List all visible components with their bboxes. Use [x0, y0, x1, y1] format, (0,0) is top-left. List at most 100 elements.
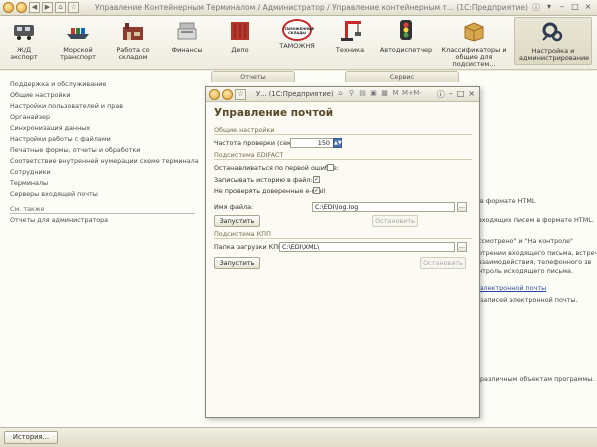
section-label: Автодиспетчер: [379, 46, 433, 54]
box-icon: [464, 22, 484, 42]
home-icon[interactable]: ⌂: [336, 89, 345, 97]
print-icon[interactable]: ▤: [358, 89, 367, 97]
nav-back-icon[interactable]: ◀: [29, 2, 40, 13]
group-general-settings: Общие настройки: [214, 126, 472, 135]
warehouse-icon: [123, 23, 143, 40]
section-label: Ж/Д экспорт: [10, 46, 38, 61]
app-menu-icon[interactable]: [3, 2, 14, 13]
dialog-titlebar-controls: ☆: [209, 89, 246, 100]
nav-item-employees[interactable]: Сотрудники: [10, 168, 51, 176]
status-bar: История...: [0, 427, 597, 447]
stop-button[interactable]: Остановить: [372, 215, 418, 227]
link-icon[interactable]: ⚲: [347, 89, 356, 97]
see-also-header: См. также: [10, 205, 195, 214]
info-icon[interactable]: ⓘ: [437, 89, 445, 100]
section-customs[interactable]: ТАМОЖЕННЫЕ СКЛАДЫ ТАМОЖНЯ: [272, 19, 322, 50]
window-titlebar: ◀ ▶ ⌂ ☆ Управление Контейнерным Терминал…: [0, 0, 597, 16]
window-title: Управление Контейнерным Терминалом / Адм…: [95, 3, 528, 12]
save-icon[interactable]: ▣: [369, 89, 378, 97]
bg-text: взаимодействия, телефонного зв: [478, 258, 592, 266]
section-label: Финансы: [171, 46, 203, 54]
no-trusted-email-checkbox[interactable]: ✓: [313, 187, 320, 194]
finance-icon: [177, 22, 197, 40]
write-history-label: Записывать историю в файл:: [214, 176, 313, 184]
customs-icon: ТАМОЖЕННЫЕ СКЛАДЫ: [282, 19, 314, 41]
kpp-start-button[interactable]: Запустить: [214, 257, 260, 269]
container-icon: [231, 22, 249, 40]
titlebar-controls: ◀ ▶ ⌂ ☆: [3, 2, 79, 13]
section-label: ТАМОЖНЯ: [279, 42, 315, 50]
home-icon[interactable]: ⌂: [55, 2, 66, 13]
nav-item-print-forms[interactable]: Печатные формы, отчеты и обработки: [10, 146, 140, 154]
nav-forward-icon[interactable]: ▶: [42, 2, 53, 13]
bg-text: записей электронной почты.: [480, 296, 578, 304]
minimize-icon[interactable]: –: [449, 89, 453, 100]
memory-plus-button[interactable]: M+: [402, 89, 414, 97]
dialog-back-icon[interactable]: [222, 89, 233, 100]
maximize-icon[interactable]: □: [457, 89, 465, 100]
dialog-star-icon[interactable]: ☆: [235, 89, 246, 100]
nav-item-admin-reports[interactable]: Отчеты для администратора: [10, 216, 108, 224]
nav-item-organizer[interactable]: Органайзер: [10, 113, 50, 121]
section-label: Настройка и администрирование: [519, 47, 590, 62]
bg-text: нтроль исходящего письма.: [478, 267, 574, 275]
section-warehouse[interactable]: Работа со складом: [110, 19, 156, 61]
section-rail-export[interactable]: Ж/Д экспорт: [2, 19, 46, 61]
close-icon[interactable]: ×: [468, 89, 475, 100]
nav-item-numbering[interactable]: Соответствие внутренней нумерации схеме …: [10, 157, 199, 165]
section-sea-transport[interactable]: Морской транспорт: [55, 19, 101, 61]
bg-text: отрении входящего письма, встреч: [478, 249, 597, 257]
section-label: Работа со складом: [116, 46, 150, 61]
nav-item-user-settings[interactable]: Настройки пользователей и прав: [10, 102, 123, 110]
close-icon[interactable]: ×: [583, 2, 593, 13]
dialog-titlebar: ☆ У... (1С:Предприятие) ⌂ ⚲ ▤ ▣ ▦ M M+ M…: [206, 87, 479, 102]
history-button[interactable]: История...: [4, 431, 58, 444]
section-settings-admin[interactable]: Настройка и администрирование: [514, 17, 592, 65]
memory-button[interactable]: M: [391, 89, 400, 97]
email-link[interactable]: электронной почты: [480, 284, 546, 292]
write-history-checkbox[interactable]: ✓: [313, 176, 320, 183]
nav-item-data-sync[interactable]: Синхронизация данных: [10, 124, 90, 132]
nav-item-general-settings[interactable]: Общие настройки: [10, 91, 71, 99]
section-depot[interactable]: Депо: [220, 19, 260, 54]
stop-on-error-checkbox[interactable]: [327, 164, 334, 171]
bg-text: различным объектам программы.: [480, 375, 595, 383]
minimize-icon[interactable]: –: [557, 2, 567, 13]
kpp-stop-button[interactable]: Остановить: [420, 257, 466, 269]
back-icon[interactable]: [16, 2, 27, 13]
nav-item-mail-servers[interactable]: Серверы входящей почты: [10, 190, 98, 198]
left-nav-pane: Поддержка и обслуживание Общие настройки…: [0, 71, 205, 427]
section-finance[interactable]: Финансы: [165, 19, 209, 54]
info-icon[interactable]: ⓘ: [531, 2, 541, 13]
bg-text: входящих писем в формате HTML.: [478, 216, 594, 224]
browse-button[interactable]: …: [457, 242, 467, 252]
start-button[interactable]: Запустить: [214, 215, 260, 227]
section-label: Техника: [335, 46, 365, 54]
spinner-icon[interactable]: ▲▼: [333, 138, 342, 148]
calc-icon[interactable]: ▦: [380, 89, 389, 97]
file-name-label: Имя файла:: [214, 203, 254, 211]
settings-icon: [542, 22, 563, 42]
check-frequency-label: Частота проверки (сек):: [214, 139, 296, 147]
section-dispatcher[interactable]: Автодиспетчер: [378, 19, 434, 54]
tab-reports[interactable]: Отчеты: [211, 71, 295, 82]
browse-button[interactable]: …: [457, 202, 467, 212]
kpp-folder-label: Папка загрузки КПП:: [214, 243, 285, 251]
nav-item-file-settings[interactable]: Настройки работы с файлами: [10, 135, 111, 143]
file-name-input[interactable]: C:\EDI\log.log: [312, 202, 455, 212]
ship-icon: [67, 28, 89, 39]
maximize-icon[interactable]: □: [570, 2, 580, 13]
dialog-menu-icon[interactable]: [209, 89, 220, 100]
tab-service[interactable]: Сервис: [345, 71, 459, 82]
bg-text: в формате HTML: [480, 197, 536, 205]
star-icon[interactable]: ☆: [68, 2, 79, 13]
dropdown-icon[interactable]: ▾: [544, 2, 554, 13]
nav-item-terminals[interactable]: Терминалы: [10, 179, 48, 187]
kpp-folder-input[interactable]: C:\EDI\XML\: [279, 242, 455, 252]
section-equipment[interactable]: Техника: [330, 19, 370, 54]
nav-item-support[interactable]: Поддержка и обслуживание: [10, 80, 106, 88]
section-classifiers[interactable]: Классификаторы и общие для подсистем...: [438, 19, 510, 68]
mail-management-dialog: ☆ У... (1С:Предприятие) ⌂ ⚲ ▤ ▣ ▦ M M+ M…: [205, 86, 480, 418]
memory-minus-button[interactable]: M-: [413, 89, 422, 97]
train-icon: [14, 25, 34, 40]
